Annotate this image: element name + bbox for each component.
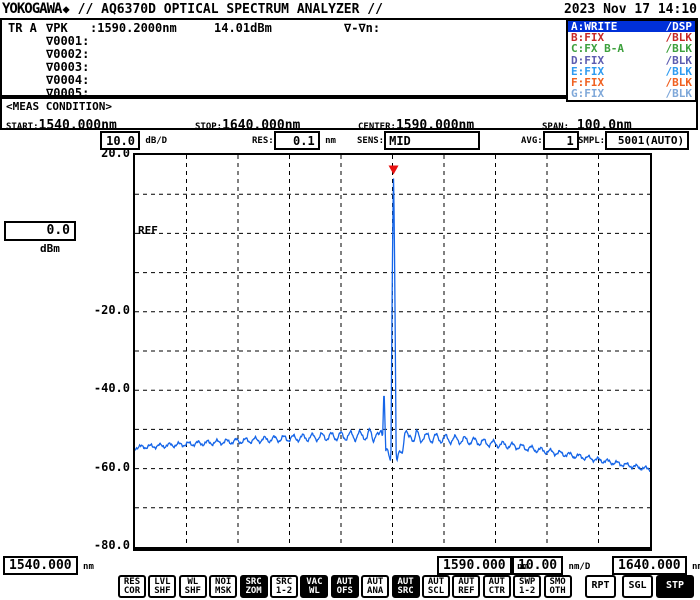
osa-screen: YOKOGAWA ◆ // AQ6370D OPTICAL SPECTRUM A… <box>0 0 700 600</box>
softkey-line: ANA <box>367 586 384 596</box>
x-scale-group: 10.00 nm/D <box>512 556 590 575</box>
ref-level-box[interactable]: 0.0 <box>4 221 76 241</box>
x-scale-value-box[interactable]: 1640.000 <box>612 556 687 575</box>
softkey-line: SHF <box>184 586 201 596</box>
waveform-display <box>133 153 652 551</box>
softkey-line: 1-2 <box>275 586 293 596</box>
softkey-vac-wl[interactable]: VAC WL <box>300 575 329 598</box>
marker-list-item: ∇0001: <box>46 34 90 48</box>
x-scale-unit: nm/D <box>563 562 591 572</box>
softkey-swp-1-2[interactable]: SWP 1-2 <box>513 575 542 598</box>
y-axis-tick-label: -20.0 <box>93 302 130 317</box>
marker-list-item: ∇0003: <box>46 60 90 74</box>
x-scale-group: 1640.000 nm <box>612 556 700 575</box>
softkey-line: ZOM <box>245 586 262 596</box>
x-scale-unit: nm <box>77 562 94 572</box>
setting-group-smpl: SMPL: 5001(AUTO) <box>578 131 690 150</box>
setting-label: SENS: <box>357 136 385 146</box>
y-axis-tick-label: -80.0 <box>93 538 130 552</box>
setting-group-sens: SENS: MID <box>357 131 481 150</box>
delta-marker-label: ∇-∇n: <box>344 21 381 35</box>
softkey-src-zom[interactable]: SRC ZOM <box>239 575 268 598</box>
softkey-line: WL <box>308 586 320 596</box>
softkey-line: SCL <box>427 586 445 596</box>
trace-row-G[interactable]: G:FIX/BLK <box>568 88 695 99</box>
sweep-button-sgl[interactable]: SGL <box>622 575 653 598</box>
peak-level: 14.01dBm <box>214 21 272 35</box>
sweep-button-stp[interactable]: STP <box>656 575 694 598</box>
setting-value-box[interactable]: MID <box>384 131 481 150</box>
softkey-aut-ref[interactable]: AUT REF <box>452 575 481 598</box>
softkey-noi-msk[interactable]: NOI MSK <box>209 575 238 598</box>
softkey-line: MSK <box>215 586 232 596</box>
softkey-line: 1-2 <box>519 586 536 596</box>
ref-level-unit: dBm <box>40 242 60 255</box>
marker-list-item: ∇0002: <box>46 47 90 61</box>
trace-name: G:FIX <box>571 87 605 101</box>
y-axis-tick-label: 20.0 <box>101 146 130 160</box>
softkey-lvl-shf[interactable]: LVL SHF <box>148 575 177 598</box>
x-scale-value-box[interactable]: 1590.000 <box>437 556 512 575</box>
datetime: 2023 Nov 17 14:10 <box>563 1 697 17</box>
softkey-aut-ana[interactable]: AUT ANA <box>361 575 390 598</box>
softkey-line: OTH <box>549 586 566 596</box>
softkey-line: COR <box>123 586 141 596</box>
x-scale-group: 1540.000 nm <box>3 556 94 575</box>
softkey-aut-ctr[interactable]: AUT CTR <box>482 575 511 598</box>
setting-unit: nm <box>319 136 336 146</box>
softkey-line: REF <box>458 586 475 596</box>
setting-label: RES: <box>252 136 274 146</box>
trace-mode: /BLK <box>665 87 693 101</box>
softkey-line: SRC <box>397 586 414 596</box>
peak-marker-label: ∇PK <box>46 21 68 35</box>
y-axis-tick-label: -60.0 <box>93 459 130 474</box>
trace-name: D:FIX <box>571 53 605 67</box>
trace-name: C:FX B-A <box>571 42 624 56</box>
meas-field-label: START: <box>6 122 39 132</box>
softkey-line: CTR <box>488 586 505 596</box>
setting-unit: dB/D <box>140 136 168 146</box>
trace-label: TR A <box>8 21 37 35</box>
setting-value-box[interactable]: 0.1 <box>273 131 320 150</box>
softkey-line: OFS <box>336 586 353 596</box>
brand-logo: YOKOGAWA <box>2 1 62 17</box>
setting-value-box[interactable]: 5001(AUTO) <box>605 131 690 150</box>
softkey-wl-shf[interactable]: WL SHF <box>178 575 207 598</box>
softkey-src-1-2[interactable]: SRC 1-2 <box>270 575 298 598</box>
x-scale-unit: nm <box>692 562 700 572</box>
setting-value-box[interactable]: 1 <box>542 131 579 150</box>
brand-diamond-icon: ◆ <box>62 2 70 16</box>
trace-legend-panel: A:WRITE/DSP B:FIX/BLK C:FX B-A/BLK D:FIX/BL… <box>566 19 697 102</box>
peak-marker-icon <box>388 165 399 175</box>
meas-condition-title: <MEAS CONDITION> <box>6 100 112 113</box>
trace-mode: /BLK <box>665 53 693 67</box>
softkey-res-cor[interactable]: RES COR <box>118 575 146 598</box>
softkey-smo-oth[interactable]: SMO OTH <box>543 575 572 598</box>
y-axis-tick-label: -40.0 <box>93 381 130 396</box>
peak-wavelength: :1590.2000nm <box>90 21 177 35</box>
sweep-button-rpt[interactable]: RPT <box>585 575 616 598</box>
x-scale-value-box[interactable]: 1540.000 <box>3 556 78 575</box>
softkey-line: SHF <box>154 586 171 596</box>
setting-group-res: RES: 0.1 nm <box>252 131 336 150</box>
page-title: // AQ6370D OPTICAL SPECTRUM ANALYZER // <box>77 1 383 17</box>
setting-label: AVG: <box>521 136 543 146</box>
softkey-aut-scl[interactable]: AUT SCL <box>422 575 450 598</box>
softkey-aut-src[interactable]: AUT SRC <box>391 575 420 598</box>
ref-line-label: REF <box>138 224 158 237</box>
spectrum-chart <box>135 155 650 547</box>
setting-label: SMPL: <box>578 136 606 146</box>
softkey-aut-ofs[interactable]: AUT OFS <box>330 575 359 598</box>
marker-list-item: ∇0004: <box>46 73 90 87</box>
meas-field-label: STOP: <box>195 122 223 132</box>
setting-group-avg: AVG: 1 <box>521 131 579 150</box>
header-bar: YOKOGAWA ◆ // AQ6370D OPTICAL SPECTRUM A… <box>0 0 700 18</box>
x-scale-value-box[interactable]: 10.00 <box>512 556 564 575</box>
trace-row-C[interactable]: C:FX B-A/BLK <box>568 43 695 54</box>
trace-mode: /BLK <box>665 42 693 56</box>
